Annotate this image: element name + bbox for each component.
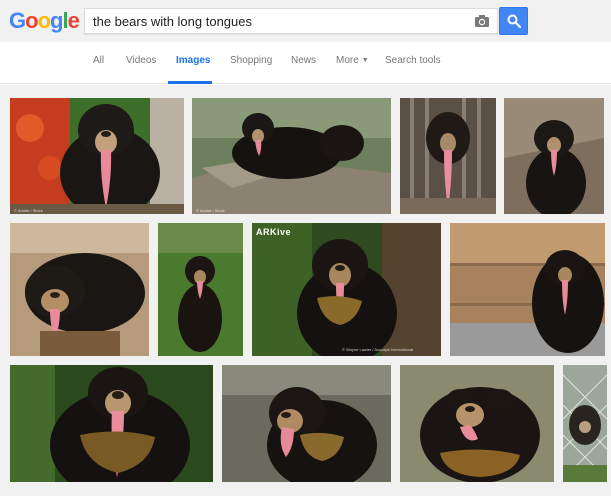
tab-images[interactable]: Images	[176, 55, 210, 66]
arkive-logo: ARKive	[256, 227, 292, 237]
image-watermark: © Adobe / Stock	[196, 208, 225, 213]
image-result[interactable]	[10, 365, 213, 482]
search-icon	[507, 14, 521, 28]
search-box	[84, 8, 498, 34]
tab-all[interactable]: All	[93, 55, 104, 66]
image-result[interactable]: © Adobe / Stock	[10, 98, 184, 214]
logo-letter: e	[67, 8, 80, 33]
tab-videos[interactable]: Videos	[126, 55, 156, 66]
logo-letter: G	[9, 8, 26, 33]
search-button[interactable]	[499, 7, 528, 35]
search-header: Google	[0, 0, 611, 42]
search-input[interactable]	[93, 9, 463, 33]
image-result[interactable]	[563, 365, 607, 482]
image-result[interactable]: ARKive © Wayne Lawler / Auscape Internat…	[252, 223, 441, 356]
image-results-grid: © Adobe / Stock © Adobe / Stock ARKive ©…	[0, 85, 611, 496]
tab-news[interactable]: News	[291, 55, 316, 66]
image-result[interactable]	[504, 98, 604, 214]
image-result[interactable]	[158, 223, 243, 356]
image-result[interactable]	[222, 365, 391, 482]
search-tabs: All Videos Images Shopping News More ▼ Se…	[0, 42, 611, 84]
tab-search-tools[interactable]: Search tools	[385, 55, 441, 66]
image-result[interactable]: © Adobe / Stock	[192, 98, 391, 214]
tab-more-label: More	[336, 55, 359, 66]
tab-more[interactable]: More ▼	[336, 55, 369, 66]
image-result[interactable]	[400, 98, 496, 214]
image-result[interactable]	[450, 223, 605, 356]
tab-shopping[interactable]: Shopping	[230, 55, 272, 66]
logo-letter: g	[50, 8, 63, 33]
google-logo[interactable]: Google	[9, 8, 80, 34]
logo-letter: o	[25, 8, 38, 33]
image-result[interactable]	[400, 365, 554, 482]
image-watermark: © Adobe / Stock	[14, 208, 43, 213]
image-result[interactable]	[10, 223, 149, 356]
chevron-down-icon: ▼	[361, 56, 369, 64]
logo-letter: o	[37, 8, 51, 33]
image-watermark: © Wayne Lawler / Auscape International	[342, 347, 414, 352]
camera-icon[interactable]	[474, 14, 490, 28]
active-tab-indicator	[168, 81, 212, 84]
